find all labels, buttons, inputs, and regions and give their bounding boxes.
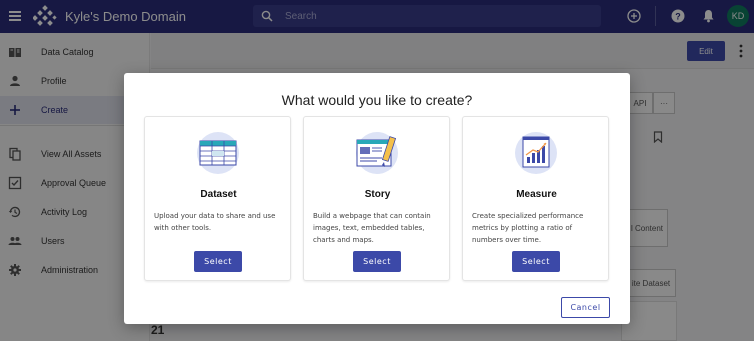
select-story-button[interactable]: Select xyxy=(353,251,401,272)
card-description: Build a webpage that can contain images,… xyxy=(313,212,431,244)
cancel-button[interactable]: Cancel xyxy=(561,297,610,318)
dataset-card[interactable]: Dataset Upload your data to share and us… xyxy=(144,116,291,281)
card-description: Upload your data to share and use with o… xyxy=(154,212,276,232)
dialog-title: What would you like to create? xyxy=(281,92,473,108)
card-title: Measure xyxy=(516,189,557,200)
select-measure-button[interactable]: Select xyxy=(512,251,560,272)
card-description: Create specialized performance metrics b… xyxy=(472,212,584,244)
card-title: Dataset xyxy=(200,189,237,200)
measure-illustration-icon xyxy=(515,132,557,174)
story-illustration-icon xyxy=(356,132,398,174)
story-card[interactable]: Story Build a webpage that can contain i… xyxy=(303,116,450,281)
measure-card[interactable]: Measure Create specialized performance m… xyxy=(462,116,609,281)
table-illustration-icon xyxy=(197,132,239,174)
create-dialog: What would you like to create? Dataset U… xyxy=(124,73,630,324)
card-title: Story xyxy=(364,189,391,200)
select-dataset-button[interactable]: Select xyxy=(194,251,242,272)
